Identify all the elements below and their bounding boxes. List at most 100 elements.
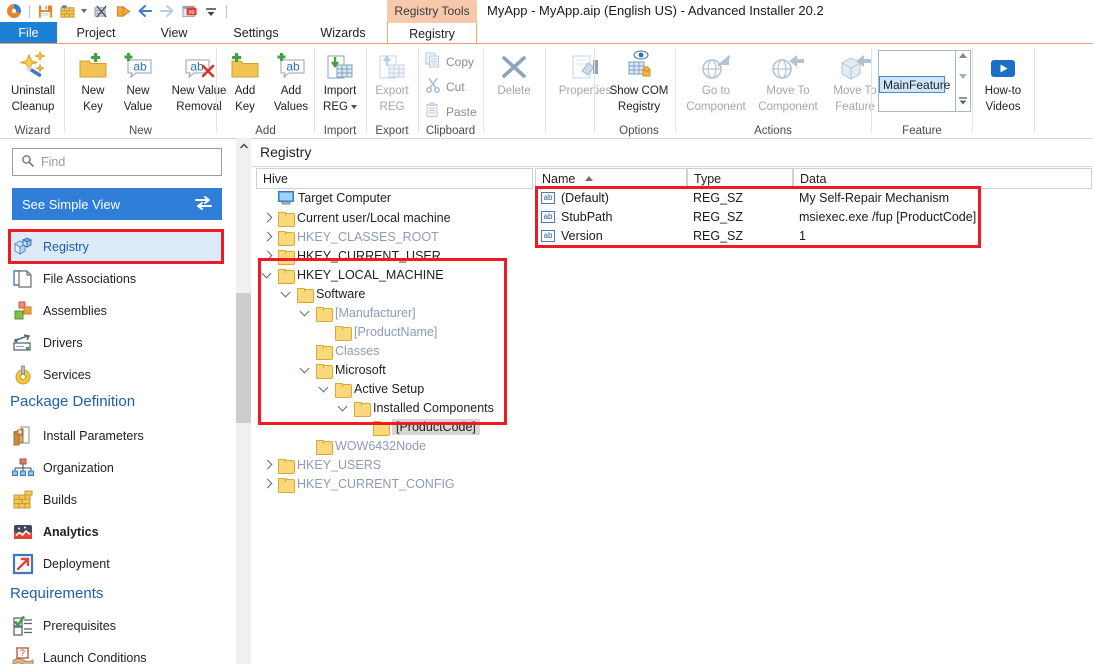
- run-icon[interactable]: [113, 2, 133, 20]
- tree-column-header-hive[interactable]: Hive: [256, 168, 533, 189]
- howto-videos-button[interactable]: How-to Videos: [975, 48, 1031, 114]
- search-icon: [21, 154, 35, 171]
- app-logo-icon[interactable]: [4, 2, 24, 20]
- tab-project[interactable]: Project: [57, 22, 135, 44]
- sidebar-item-drivers[interactable]: Drivers: [12, 328, 222, 358]
- table-row[interactable]: ab StubPath REG_SZ msiexec.exe /fup [Pro…: [541, 207, 1081, 226]
- table-row[interactable]: ab (Default) REG_SZ My Self-Repair Mecha…: [541, 188, 1081, 207]
- tree-node-hkey-current-user[interactable]: HKEY_CURRENT_USER: [262, 246, 441, 266]
- tab-view[interactable]: View: [135, 22, 213, 44]
- see-simple-view-button[interactable]: See Simple View: [12, 188, 222, 220]
- save-icon[interactable]: [35, 2, 55, 20]
- tree-node-label: HKEY_CURRENT_USER: [297, 249, 441, 263]
- chevron-down-icon[interactable]: [262, 269, 274, 281]
- tree-node-microsoft[interactable]: Microsoft: [300, 360, 386, 380]
- list-column-header-name[interactable]: Name: [535, 168, 687, 189]
- sidebar-item-builds[interactable]: Builds: [12, 485, 222, 515]
- new-value-button[interactable]: ab New Value: [115, 48, 161, 114]
- qat-separator: [29, 4, 30, 18]
- tree-node-hkey-users[interactable]: HKEY_USERS: [262, 455, 381, 475]
- tab-wizards[interactable]: Wizards: [299, 22, 387, 44]
- sidebar-item-organization[interactable]: Organization: [12, 453, 222, 483]
- tab-file[interactable]: File: [0, 22, 57, 44]
- build-icon[interactable]: [57, 2, 77, 20]
- build-dropdown-caret-icon[interactable]: [79, 2, 89, 20]
- tree-node-installed-components[interactable]: Installed Components: [338, 398, 494, 418]
- sidebar-item-file-associations[interactable]: File Associations: [12, 264, 222, 294]
- tree-node-hkey-local-machine[interactable]: HKEY_LOCAL_MACHINE: [262, 265, 444, 285]
- sidebar-item-builds-label: Builds: [43, 493, 78, 507]
- feature-listbox[interactable]: MainFeature: [878, 50, 956, 112]
- tree-node-productcode[interactable]: [ProductCode]: [373, 417, 480, 437]
- back-icon[interactable]: [135, 2, 155, 20]
- folder-icon: [278, 230, 295, 246]
- tree-node-manufacturer[interactable]: [Manufacturer]: [300, 303, 416, 323]
- chevron-down-icon[interactable]: [300, 364, 312, 376]
- value-data: 1: [799, 228, 806, 243]
- chevron-down-icon[interactable]: [300, 307, 312, 319]
- sidebar-item-install-parameters[interactable]: Install Parameters: [12, 421, 222, 451]
- chevron-right-icon[interactable]: [262, 478, 274, 490]
- ribbon-group-wizard: Uninstall Cleanup Wizard: [0, 44, 65, 139]
- search-input-placeholder: Find: [41, 155, 66, 169]
- import-reg-button[interactable]: Import REG: [317, 48, 363, 114]
- sidebar-item-launch-conditions[interactable]: ? Launch Conditions: [12, 643, 222, 664]
- feature-scroll-mid-icon[interactable]: [959, 74, 967, 79]
- tab-settings[interactable]: Settings: [213, 22, 299, 44]
- chevron-right-icon[interactable]: [262, 459, 274, 471]
- sidebar-item-registry[interactable]: Registry: [12, 232, 222, 262]
- tab-registry[interactable]: Registry: [387, 22, 477, 44]
- chevron-right-icon[interactable]: [262, 212, 274, 224]
- feature-scroll-end-icon[interactable]: [958, 95, 968, 109]
- sidebar-item-analytics[interactable]: Analytics: [12, 517, 222, 547]
- services-icon: [12, 364, 34, 386]
- sidebar-scroll-up-button[interactable]: [236, 138, 251, 153]
- sidebar-item-services[interactable]: Services: [12, 360, 222, 390]
- tree-node-label: Software: [316, 287, 366, 301]
- add-key-button[interactable]: Add Key: [223, 48, 267, 114]
- tree-node-software[interactable]: Software: [281, 284, 365, 304]
- list-column-header-type[interactable]: Type: [687, 168, 793, 189]
- new-key-button[interactable]: New Key: [71, 48, 115, 114]
- uninstall-cleanup-button[interactable]: Uninstall Cleanup: [4, 48, 62, 114]
- ribbon-group-delete: Delete: [484, 44, 544, 139]
- tree-node-hkey-classes-root[interactable]: HKEY_CLASSES_ROOT: [262, 227, 439, 247]
- search-input[interactable]: Find: [12, 148, 222, 176]
- sidebar-item-launch-conditions-label: Launch Conditions: [43, 651, 147, 664]
- tree-node-wow6432node[interactable]: WOW6432Node: [316, 436, 426, 456]
- updates-icon[interactable]: 99: [179, 2, 199, 20]
- analytics-icon: [12, 521, 34, 543]
- tree-node-target-computer[interactable]: Target Computer: [262, 188, 391, 208]
- show-com-registry-button[interactable]: Show COM Registry: [597, 48, 681, 114]
- import-reg-dropdown-caret-icon[interactable]: [350, 104, 357, 109]
- tree-node-active-setup[interactable]: Active Setup: [319, 379, 424, 399]
- chevron-down-icon[interactable]: [319, 383, 331, 395]
- value-name: Version: [561, 228, 603, 243]
- sidebar-item-prerequisites[interactable]: Prerequisites: [12, 611, 222, 641]
- sidebar-scrollbar-thumb[interactable]: [236, 293, 251, 423]
- feature-selected-item[interactable]: MainFeature: [879, 76, 950, 93]
- add-values-button[interactable]: ab Add Values: [267, 48, 315, 114]
- feature-scroll-up-icon[interactable]: [959, 53, 967, 58]
- tree-node-hkey-current-config[interactable]: HKEY_CURRENT_CONFIG: [262, 474, 455, 494]
- tree-node-classes[interactable]: Classes: [316, 341, 379, 361]
- chevron-down-icon[interactable]: [281, 288, 293, 300]
- chevron-right-icon[interactable]: [262, 231, 274, 243]
- feature-listbox-scrollbar[interactable]: [956, 50, 971, 112]
- chevron-right-icon[interactable]: [262, 250, 274, 262]
- build-run-icon[interactable]: [91, 2, 111, 20]
- add-values-label-1: Add: [280, 85, 302, 97]
- list-column-header-data[interactable]: Data: [793, 168, 1092, 189]
- tree-node-current-user-local-machine[interactable]: Current user/Local machine: [262, 208, 451, 228]
- tree-node-productname[interactable]: [ProductName]: [335, 322, 437, 342]
- tree-node-label: HKEY_LOCAL_MACHINE: [297, 268, 444, 282]
- import-reg-icon: [324, 48, 356, 82]
- table-row[interactable]: ab Version REG_SZ 1: [541, 226, 1081, 245]
- sidebar-item-assemblies[interactable]: Assemblies: [12, 296, 222, 326]
- sidebar-item-deployment[interactable]: Deployment: [12, 549, 222, 579]
- chevron-down-icon[interactable]: [338, 402, 350, 414]
- howto-videos-label-1: How-to: [984, 85, 1022, 97]
- value-type: REG_SZ: [693, 190, 744, 205]
- customize-qat-caret-icon[interactable]: [201, 2, 221, 20]
- copy-icon: [425, 52, 441, 71]
